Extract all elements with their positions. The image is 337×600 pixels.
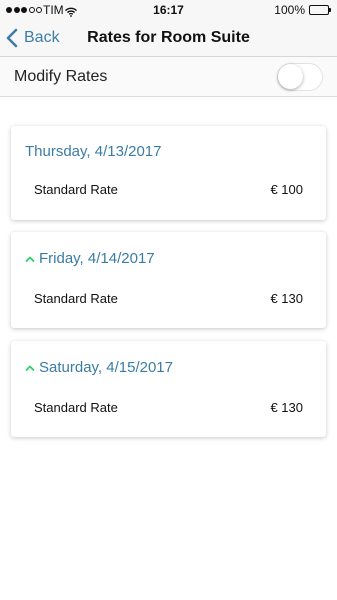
day-header[interactable]: Thursday, 4/13/2017	[25, 143, 161, 161]
increase-arrow-icon	[25, 256, 35, 262]
increase-arrow-icon	[25, 365, 35, 371]
page-title: Rates for Room Suite	[87, 29, 250, 46]
day-date: Thursday, 4/13/2017	[25, 143, 162, 160]
rate-price: € 130	[270, 291, 303, 306]
rate-name: Standard Rate	[34, 291, 118, 306]
day-card-thursday: Thursday, 4/13/2017 Standard Rate € 100	[11, 126, 326, 220]
toggle-knob	[278, 64, 303, 89]
day-header[interactable]: Friday, 4/14/2017	[25, 250, 155, 268]
day-card-saturday: Saturday, 4/15/2017 Standard Rate € 130	[11, 341, 326, 437]
battery-percentage: 100%	[274, 3, 305, 17]
day-date: Saturday, 4/15/2017	[39, 359, 173, 376]
modify-rates-label: Modify Rates	[14, 68, 108, 85]
modify-rates-toggle[interactable]	[277, 63, 323, 91]
navigation-bar: Back Rates for Room Suite	[0, 20, 337, 57]
day-date: Friday, 4/14/2017	[39, 250, 155, 267]
status-bar: TIM 16:17 100%	[0, 0, 337, 20]
modify-rates-row: Modify Rates	[0, 57, 337, 97]
battery-icon	[309, 5, 331, 15]
rate-name: Standard Rate	[34, 400, 118, 415]
day-card-friday: Friday, 4/14/2017 Standard Rate € 130	[11, 232, 326, 328]
day-header[interactable]: Saturday, 4/15/2017	[25, 359, 173, 377]
rate-name: Standard Rate	[34, 182, 118, 197]
rate-price: € 130	[270, 400, 303, 415]
rate-price: € 100	[270, 182, 303, 197]
